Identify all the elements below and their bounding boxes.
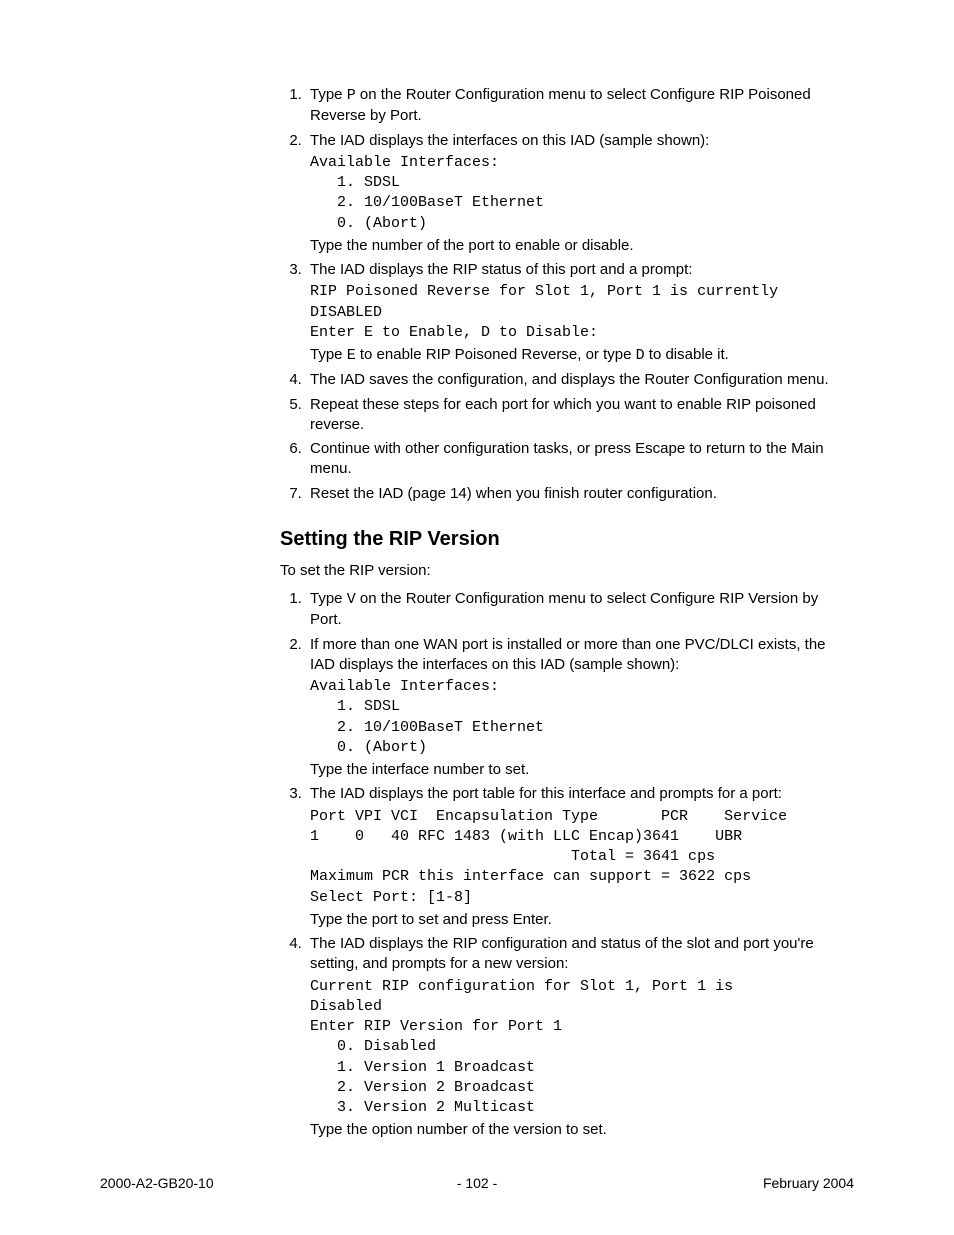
footer-date: February 2004 — [763, 1174, 854, 1193]
key-literal: E — [347, 347, 356, 364]
step-a-4: The IAD saves the configuration, and dis… — [306, 370, 854, 390]
step-text: Type — [310, 346, 347, 363]
code-block: Current RIP configuration for Slot 1, Po… — [310, 977, 854, 1119]
step-text: on the Router Configuration menu to sele… — [310, 590, 818, 628]
step-b-3: The IAD displays the port table for this… — [306, 784, 854, 930]
step-a-1: Type P on the Router Configuration menu … — [306, 85, 854, 127]
step-text: Type — [310, 86, 347, 103]
step-text: The IAD displays the port table for this… — [310, 785, 782, 802]
footer-page-number: - 102 - — [457, 1174, 497, 1193]
step-text: on the Router Configuration menu to sele… — [310, 86, 811, 124]
step-a-5: Repeat these steps for each port for whi… — [306, 395, 854, 436]
step-text: Type — [310, 590, 347, 607]
step-b-4: The IAD displays the RIP configuration a… — [306, 934, 854, 1141]
step-text: Continue with other configuration tasks,… — [310, 440, 824, 477]
step-posttext: Type the interface number to set. — [310, 760, 854, 780]
step-text: The IAD displays the RIP configuration a… — [310, 935, 814, 972]
content-area: Type P on the Router Configuration menu … — [280, 85, 854, 1141]
step-posttext: Type the number of the port to enable or… — [310, 236, 854, 256]
code-block: Available Interfaces: 1. SDSL 2. 10/100B… — [310, 677, 854, 758]
code-block: RIP Poisoned Reverse for Slot 1, Port 1 … — [310, 282, 854, 343]
step-text: to disable it. — [645, 346, 729, 363]
step-a-7: Reset the IAD (page 14) when you finish … — [306, 484, 854, 504]
step-a-2: The IAD displays the interfaces on this … — [306, 131, 854, 257]
step-a-3: The IAD displays the RIP status of this … — [306, 260, 854, 366]
step-text: The IAD saves the configuration, and dis… — [310, 371, 829, 388]
section-intro: To set the RIP version: — [280, 561, 854, 581]
step-a-6: Continue with other configuration tasks,… — [306, 439, 854, 480]
key-literal: P — [347, 87, 356, 104]
code-block: Port VPI VCI Encapsulation Type PCR Serv… — [310, 807, 854, 908]
page-footer: 2000-A2-GB20-10 - 102 - February 2004 — [100, 1174, 854, 1193]
code-block: Available Interfaces: 1. SDSL 2. 10/100B… — [310, 153, 854, 234]
steps-list-a: Type P on the Router Configuration menu … — [280, 85, 854, 504]
step-text: The IAD displays the RIP status of this … — [310, 261, 692, 278]
document-page: Type P on the Router Configuration menu … — [0, 0, 954, 1235]
footer-doc-id: 2000-A2-GB20-10 — [100, 1174, 214, 1193]
step-text: If more than one WAN port is installed o… — [310, 636, 826, 673]
key-literal: V — [347, 591, 356, 608]
step-b-2: If more than one WAN port is installed o… — [306, 635, 854, 781]
step-text: Reset the IAD (page 14) when you finish … — [310, 485, 717, 502]
step-text: Repeat these steps for each port for whi… — [310, 396, 816, 433]
step-text: to enable RIP Poisoned Reverse, or type — [356, 346, 636, 363]
steps-list-b: Type V on the Router Configuration menu … — [280, 589, 854, 1141]
key-literal: D — [636, 347, 645, 364]
step-text: The IAD displays the interfaces on this … — [310, 132, 709, 149]
step-posttext: Type E to enable RIP Poisoned Reverse, o… — [310, 345, 854, 366]
step-posttext: Type the port to set and press Enter. — [310, 910, 854, 930]
section-heading: Setting the RIP Version — [280, 526, 854, 553]
step-b-1: Type V on the Router Configuration menu … — [306, 589, 854, 631]
step-posttext: Type the option number of the version to… — [310, 1120, 854, 1140]
